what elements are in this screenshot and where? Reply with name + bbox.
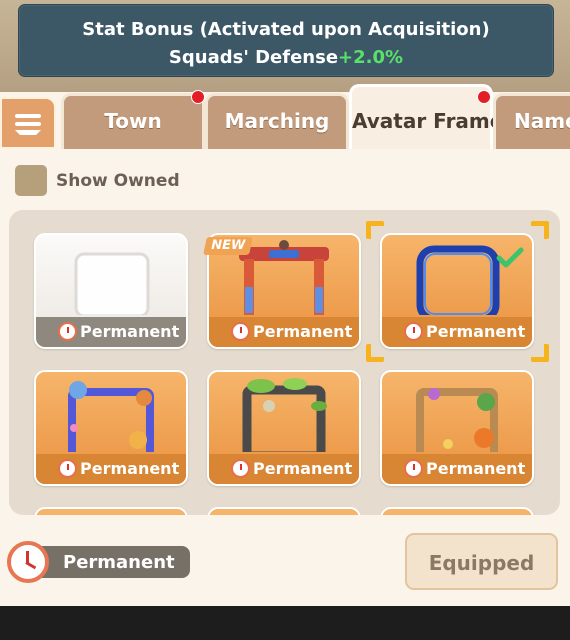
selection-corner-top-left (366, 221, 384, 239)
frame-duration: Permanent (209, 454, 359, 484)
selection-corner-top-right (531, 221, 549, 239)
frame-duration: Permanent (36, 317, 186, 347)
stat-bonus-banner: Stat Bonus (Activated upon Acquisition) … (18, 4, 554, 77)
fruit-frog-frame-art (416, 388, 498, 452)
clock-icon (231, 459, 250, 478)
equipped-check-icon (496, 247, 524, 268)
frame-duration: Permanent (209, 317, 359, 347)
list-menu-icon (15, 114, 41, 135)
new-badge: NEW (203, 237, 253, 255)
equipped-button-label: Equipped (428, 551, 535, 575)
tab-avatar-frame-notification-dot (477, 90, 491, 104)
avatar-frame-grid: Permanent Permanent Permanent Permanent … (9, 210, 560, 515)
tab-marching[interactable]: Marching (205, 93, 349, 149)
frame-duration: Permanent (36, 454, 186, 484)
stat-bonus-line: Squads' Defense+2.0% (19, 47, 553, 68)
blank-frame-art (74, 252, 150, 315)
frame-card-row3-1[interactable] (34, 507, 188, 515)
stat-bonus-title: Stat Bonus (Activated upon Acquisition) (82, 19, 490, 40)
frame-duration: Permanent (382, 317, 532, 347)
frame-card-space-cat[interactable]: Permanent (34, 370, 188, 486)
show-owned-label: Show Owned (56, 171, 180, 191)
tab-avatar-frame-label: Avatar Frame (352, 109, 504, 133)
clock-icon (58, 322, 77, 341)
clock-icon (231, 322, 250, 341)
frame-duration-label: Permanent (80, 322, 180, 341)
app-screen: Stat Bonus (Activated upon Acquisition) … (0, 0, 570, 606)
tab-town-label: Town (104, 109, 162, 133)
frame-duration-label: Permanent (426, 322, 526, 341)
frame-card-jungle-stone[interactable]: Permanent (207, 370, 361, 486)
selection-corner-bottom-right (531, 344, 549, 362)
space-cat-frame-art (68, 381, 154, 452)
frame-duration-label: Permanent (426, 459, 526, 478)
clock-icon (404, 459, 423, 478)
tab-name[interactable]: Name (493, 93, 570, 149)
frame-duration-label: Permanent (80, 459, 180, 478)
frame-duration-label: Permanent (253, 459, 353, 478)
stat-label: Squads' Defense (168, 47, 339, 68)
tab-avatar-frame[interactable]: Avatar Frame (349, 84, 504, 149)
system-nav-bar (0, 606, 570, 640)
selection-corner-bottom-left (366, 344, 384, 362)
frame-duration: Permanent (382, 454, 532, 484)
frame-duration-label: Permanent (253, 322, 353, 341)
selected-duration-label: Permanent (63, 552, 175, 573)
frame-card-fruit-frog[interactable]: Permanent (380, 370, 534, 486)
tab-town[interactable]: Town (61, 93, 205, 149)
clock-icon (58, 459, 77, 478)
frame-card-blank[interactable]: Permanent (34, 233, 188, 349)
tab-marching-label: Marching (224, 109, 330, 133)
tab-name-label: Name (514, 109, 570, 133)
menu-button[interactable] (0, 97, 56, 149)
frame-card-blue-ring[interactable]: Permanent (380, 233, 534, 349)
frame-card-row3-3[interactable] (380, 507, 534, 515)
equipped-button[interactable]: Equipped (405, 533, 558, 590)
stat-value: +2.0% (338, 47, 404, 68)
show-owned-checkbox[interactable] (15, 165, 47, 196)
jungle-stone-frame-art (242, 378, 327, 452)
tab-town-notification-dot (191, 90, 205, 104)
clock-icon (7, 541, 49, 583)
clock-icon (404, 322, 423, 341)
frame-card-row3-2[interactable] (207, 507, 361, 515)
